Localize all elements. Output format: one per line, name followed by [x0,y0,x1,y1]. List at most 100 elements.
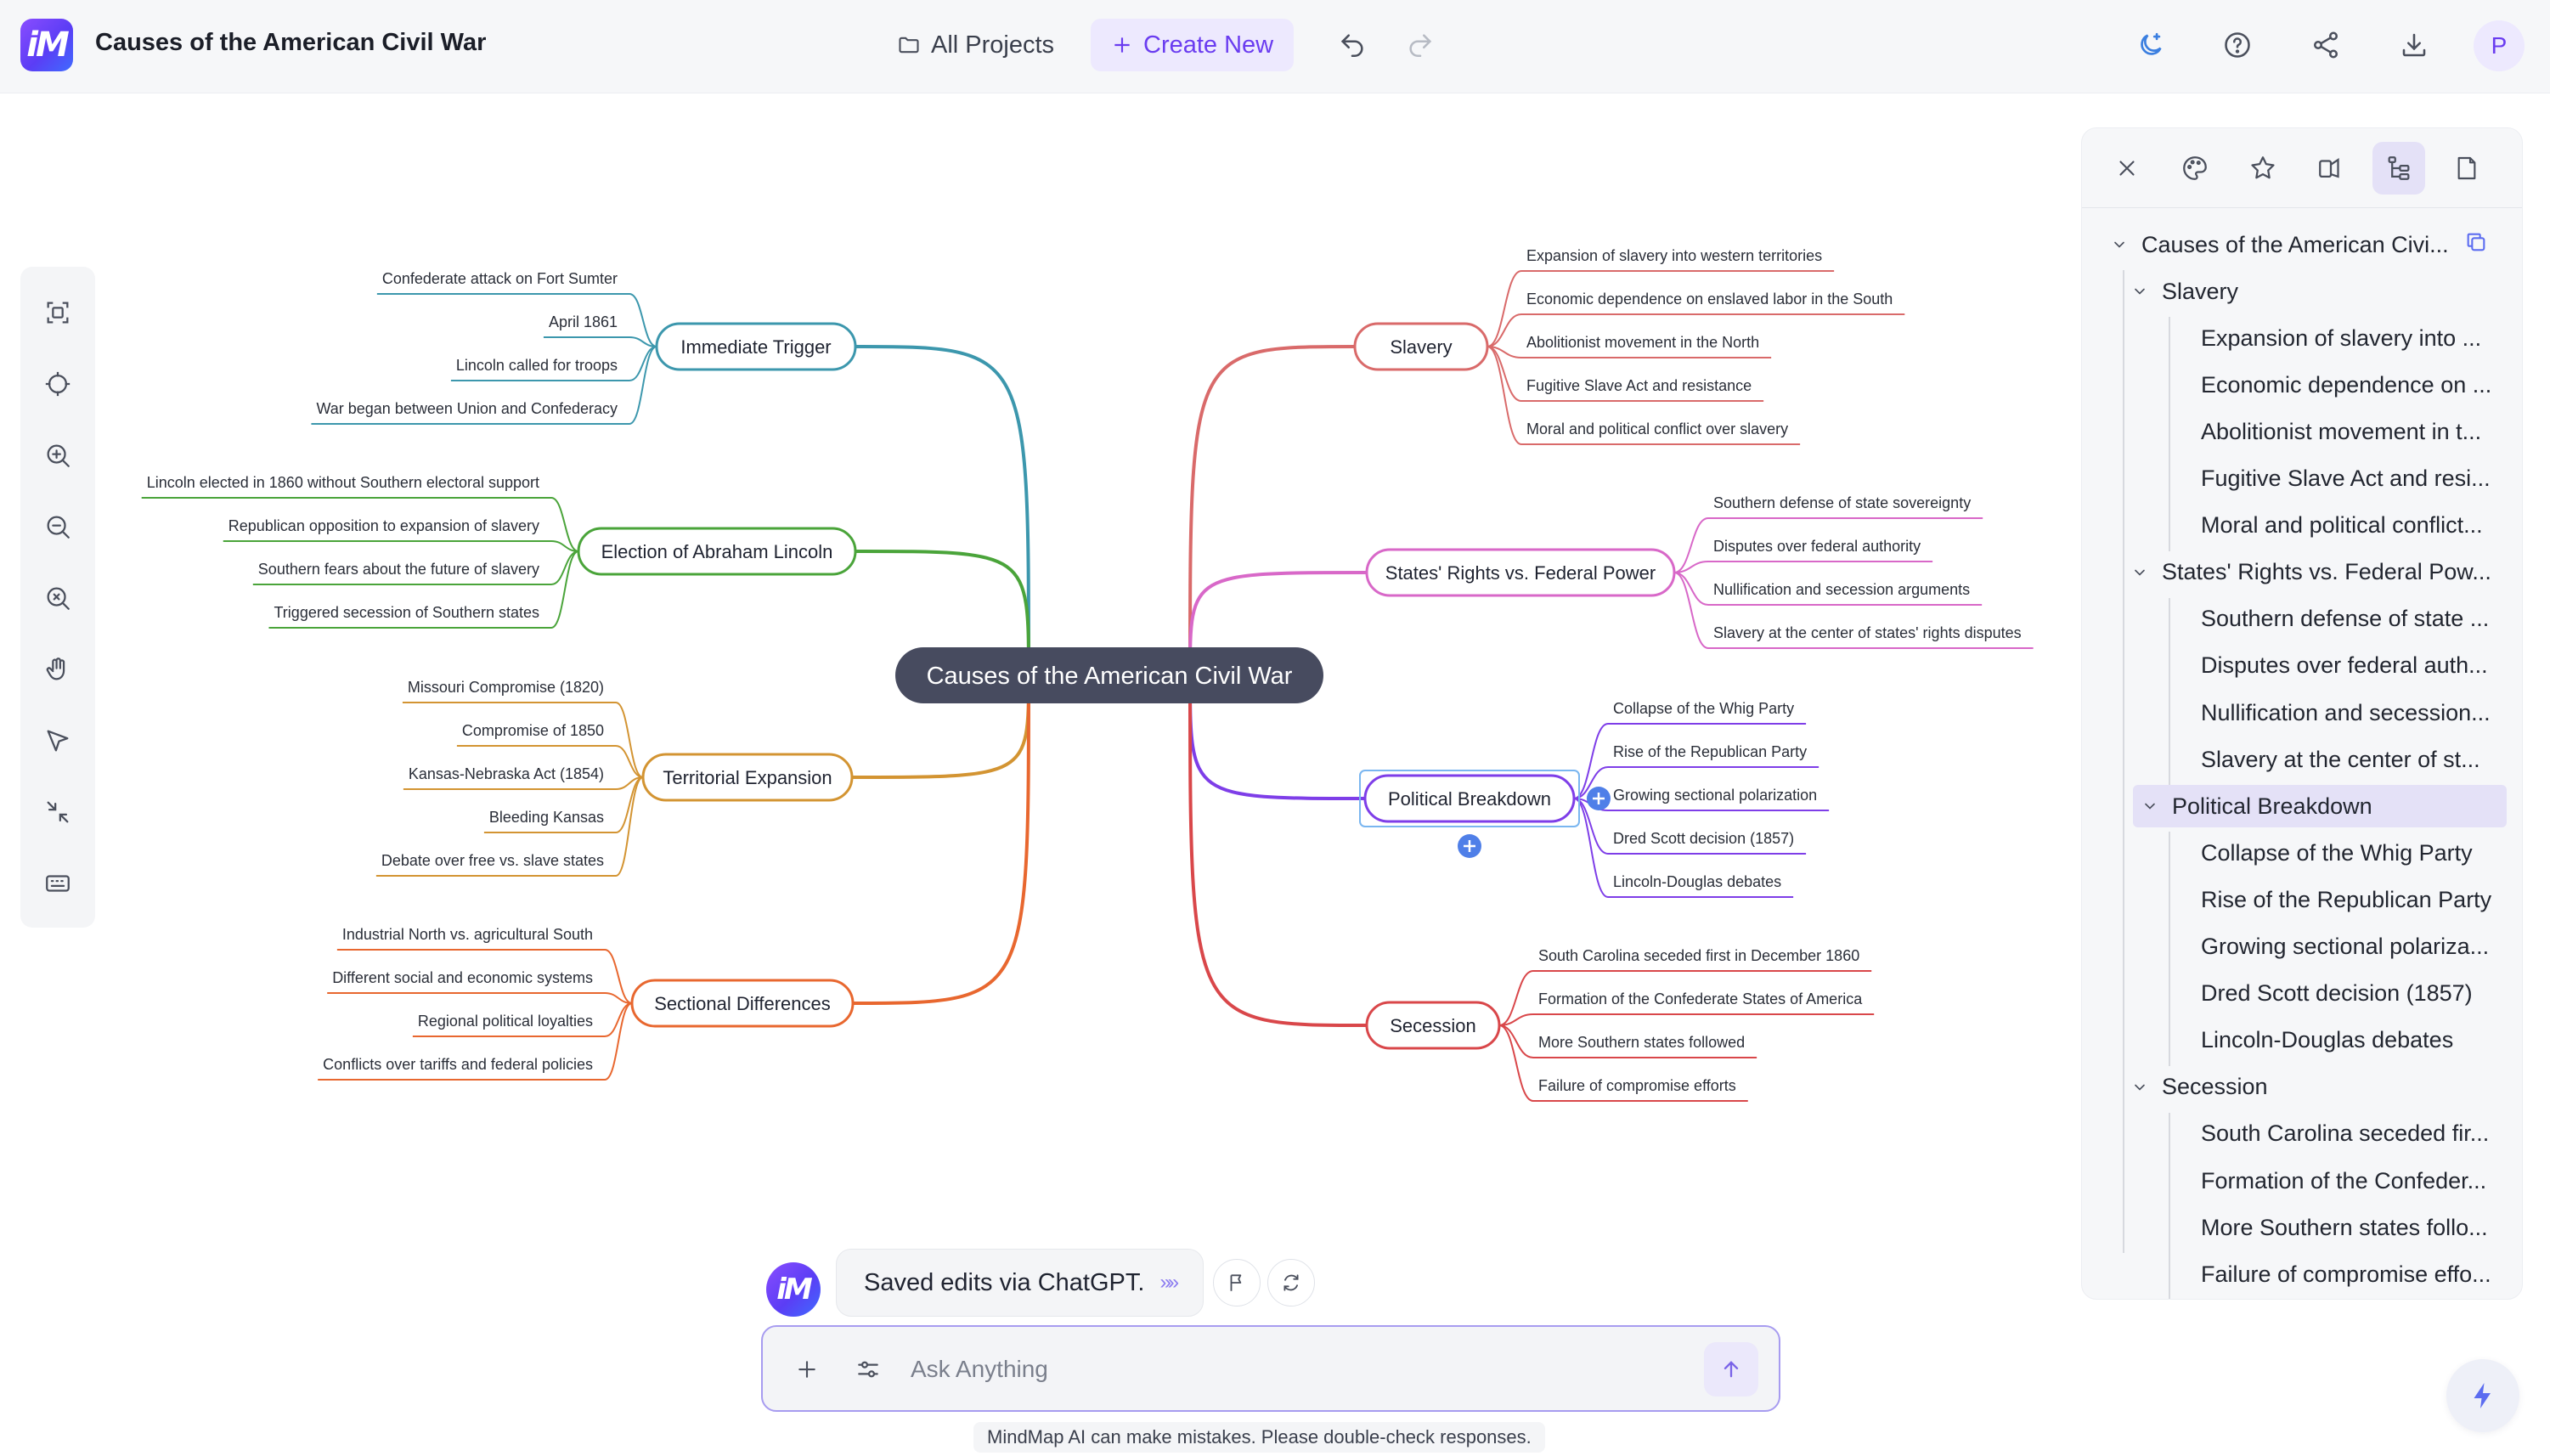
outline-leaf-item[interactable]: More Southern states follo... [2082,1206,2507,1249]
outline-group-item[interactable]: Political Breakdown [2133,785,2507,828]
outline-group-item[interactable]: States' Rights vs. Federal Pow... [2082,551,2507,594]
branch-node[interactable]: Sectional Differences [630,979,855,1028]
outline-leaf-item[interactable]: Southern defense of state ... [2082,598,2507,641]
star-icon [2251,156,2275,179]
branch-node-label: Slavery [1390,336,1452,358]
child-node[interactable]: Abolitionist movement in the North [1487,334,1772,358]
child-node[interactable]: Debate over free vs. slave states [375,776,644,877]
outline-group-item[interactable]: Slavery [2082,270,2507,313]
hand-pan-button[interactable] [34,646,82,693]
zoom-out-button[interactable] [34,503,82,550]
branch-node[interactable]: Political Breakdown [1359,770,1580,827]
chevron-down-icon[interactable] [2109,234,2130,255]
regenerate-button[interactable] [1267,1259,1315,1306]
child-node[interactable]: Disputes over federal authority [1673,538,1933,573]
select-pointer-button[interactable] [34,717,82,765]
child-node[interactable]: Kansas-Nebraska Act (1854) [403,765,644,790]
outline-leaf-item[interactable]: Slavery at the center of st... [2082,738,2507,781]
branch-node-label: Political Breakdown [1388,788,1551,810]
outline-leaf-item[interactable]: Failure of compromise effo... [2082,1253,2507,1295]
center-button[interactable] [34,360,82,408]
branch-node[interactable]: Election of Abraham Lincoln [577,527,857,576]
panel-close-button[interactable] [2101,142,2153,195]
copy-icon[interactable] [2464,230,2488,260]
outline-leaf-item[interactable]: Formation of the Confeder... [2082,1160,2507,1202]
child-node[interactable]: April 1861 [543,313,657,347]
child-node[interactable]: Growing sectional polarization [1573,787,1830,811]
send-button[interactable] [1704,1342,1758,1397]
child-connector [550,550,579,585]
ai-disclaimer: MindMap AI can make mistakes. Please dou… [973,1422,1545,1453]
outline-leaf-item[interactable]: Lincoln-Douglas debates [2082,1019,2507,1062]
outline-leaf-item[interactable]: Rise of the Republican Party [2082,878,2507,921]
child-node-label: Different social and economic systems [332,969,593,986]
child-node[interactable]: Regional political loyalties [412,1002,633,1037]
outline-leaf-item[interactable]: Nullification and secession... [2082,691,2507,734]
root-node[interactable]: Causes of the American Civil War [895,647,1323,703]
child-node-label: Lincoln-Douglas debates [1613,873,1781,890]
child-connector [1487,313,1522,347]
child-node[interactable]: Southern fears about the future of slave… [252,550,579,585]
chevron-down-icon[interactable] [2130,1077,2150,1098]
outline-leaf-item[interactable]: Growing sectional polariza... [2082,926,2507,968]
child-node[interactable]: Fugitive Slave Act and resistance [1487,346,1764,402]
child-node[interactable]: Moral and political conflict over slaver… [1487,346,1801,445]
attach-button[interactable] [785,1347,829,1391]
outline-item-label: Dred Scott decision (1857) [2201,980,2473,1007]
child-node-label: Moral and political conflict over slaver… [1526,420,1788,437]
flag-button[interactable] [1213,1259,1261,1306]
outline-leaf-item[interactable]: Economic dependence on ... [2082,364,2507,406]
outline-leaf-item[interactable]: Expansion of slavery into ... [2082,317,2507,359]
add-node-button[interactable] [1458,834,1481,858]
settings-sliders-button[interactable] [846,1347,890,1391]
child-node[interactable]: Nullification and secession arguments [1673,572,1983,606]
child-node[interactable]: More Southern states followed [1498,1024,1757,1058]
outline-group-item[interactable]: Secession [2082,1066,2507,1109]
collapse-button[interactable] [34,788,82,836]
keyboard-shortcuts-button[interactable] [34,860,82,907]
branch-election-of-abraham-lincoln: Lincoln elected in 1860 without Southern… [141,474,1030,676]
child-node[interactable]: Formation of the Confederate States of A… [1498,990,1875,1026]
branch-node[interactable]: Territorial Expansion [641,753,854,802]
child-node[interactable]: Republican opposition to expansion of sl… [223,517,579,552]
child-node[interactable]: Bleeding Kansas [483,776,644,833]
outline-leaf-item[interactable]: Moral and political conflict... [2082,505,2507,547]
outline-leaf-item[interactable]: Fugitive Slave Act and resi... [2082,458,2507,500]
outline-leaf-item[interactable]: Abolitionist movement in t... [2082,410,2507,453]
branch-connector [1188,345,1356,676]
quick-actions-button[interactable] [2446,1359,2519,1432]
child-node[interactable]: Dred Scott decision (1857) [1573,798,1807,855]
child-node[interactable]: Different social and economic systems [327,969,633,1004]
branch-node[interactable]: Secession [1365,1001,1501,1050]
panel-tab-favorites[interactable] [2237,142,2289,195]
chevron-down-icon[interactable] [2140,796,2160,816]
child-node[interactable]: Confederate attack on Fort Sumter [376,270,657,347]
chat-input[interactable] [911,1347,1607,1391]
panel-tab-layout[interactable] [2305,142,2357,195]
fit-view-button[interactable] [34,289,82,336]
outline-leaf-item[interactable]: Collapse of the Whig Party [2082,832,2507,874]
child-node[interactable]: Lincoln-Douglas debates [1573,798,1794,898]
outline-group-item[interactable]: Causes of the American Civi... [2082,223,2507,266]
assistant-message-text: Saved edits via ChatGPT. [864,1268,1145,1296]
child-node[interactable]: Lincoln called for troops [450,346,657,381]
chevron-down-icon[interactable] [2130,281,2150,302]
chevron-down-icon[interactable] [2130,562,2150,583]
child-node[interactable]: Lincoln elected in 1860 without Southern… [141,474,579,552]
branch-node[interactable]: Slavery [1353,322,1489,371]
branch-node[interactable]: States' Rights vs. Federal Power [1365,548,1676,597]
add-node-button[interactable] [1587,787,1611,810]
outline-leaf-item[interactable]: Disputes over federal auth... [2082,645,2507,687]
outline-leaf-item[interactable]: Dred Scott decision (1857) [2082,973,2507,1015]
outline-leaf-item[interactable]: South Carolina seceded fir... [2082,1113,2507,1155]
panel-tab-notes[interactable] [2440,142,2493,195]
branch-node[interactable]: Immediate Trigger [655,322,857,371]
panel-tab-outline[interactable] [2372,142,2425,195]
reset-zoom-button[interactable] [34,574,82,622]
zoom-in-button[interactable] [34,432,82,479]
expand-arrows-icon[interactable]: »» [1159,1271,1179,1295]
child-node[interactable]: Industrial North vs. agricultural South [336,926,633,1004]
child-node-label: Disputes over federal authority [1713,538,1921,555]
assistant-message: Saved edits via ChatGPT. »» [836,1249,1204,1317]
panel-tab-theme[interactable] [2169,142,2221,195]
